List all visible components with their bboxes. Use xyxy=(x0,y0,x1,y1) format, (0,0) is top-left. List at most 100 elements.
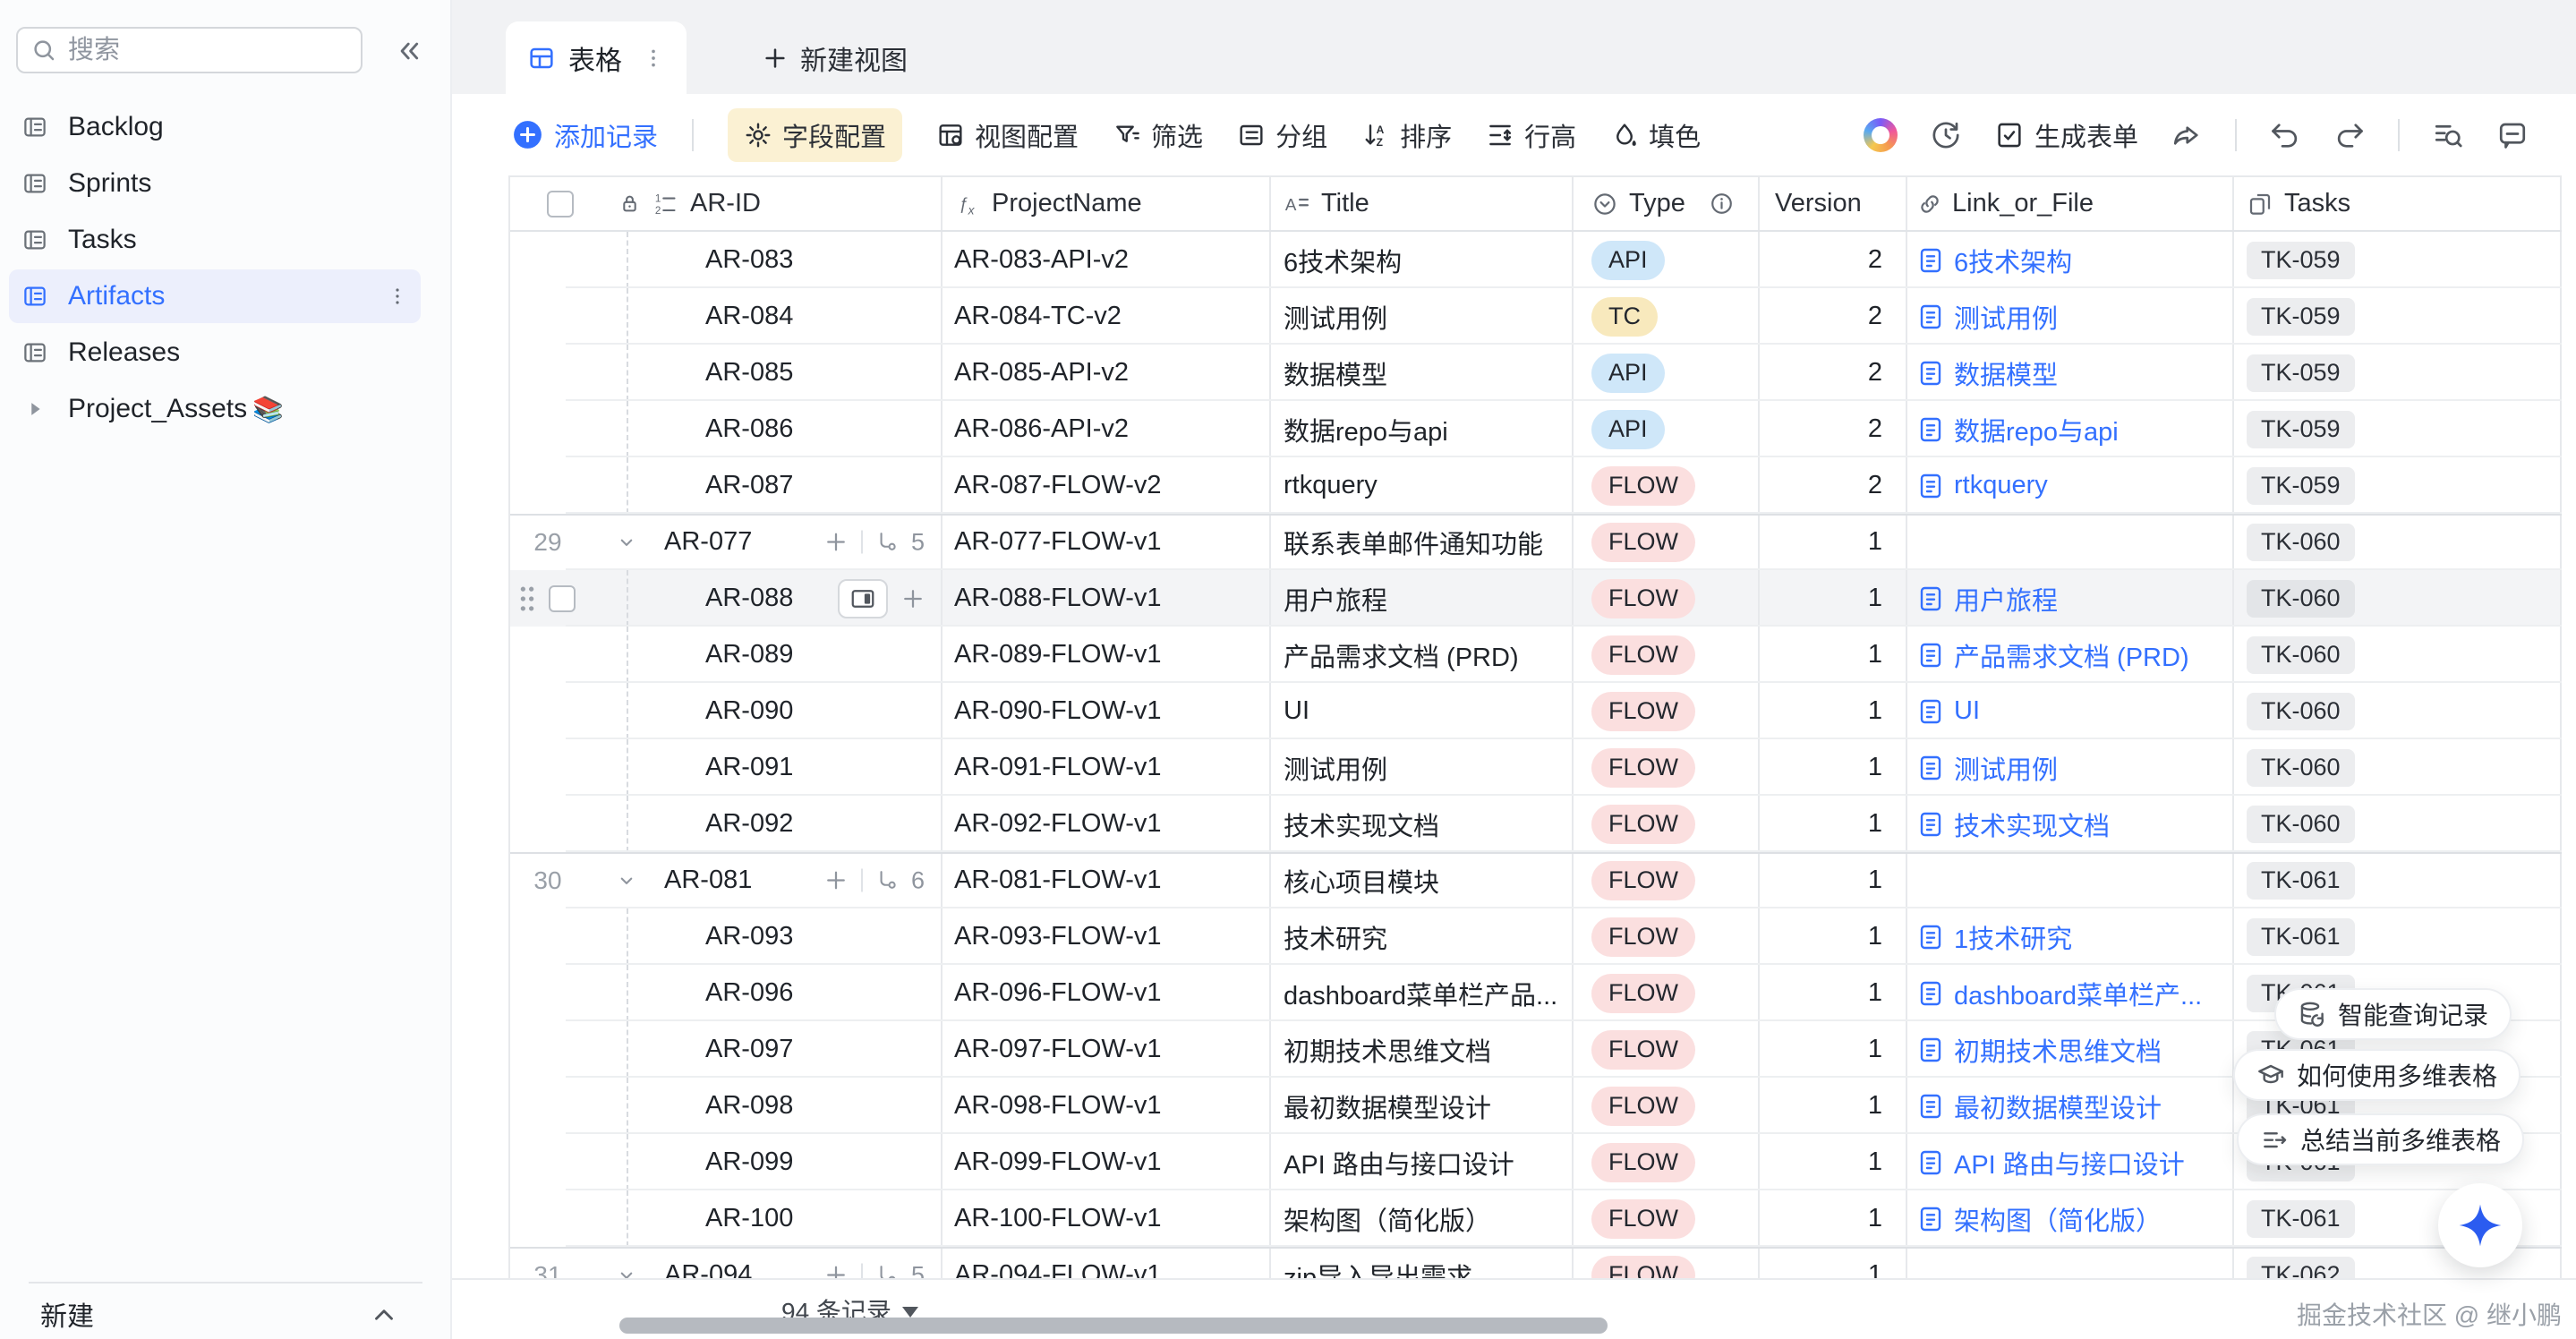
table-row[interactable]: 30AR-0816AR-081-FLOW-v1核心项目模块FLOW1TK-061 xyxy=(510,852,2562,908)
type-badge[interactable]: FLOW xyxy=(1591,635,1695,675)
filter-button[interactable]: 筛选 xyxy=(1113,116,1203,154)
title-cell[interactable]: 产品需求文档 (PRD) xyxy=(1284,636,1519,674)
task-badge[interactable]: TK-059 xyxy=(2247,298,2355,336)
project-name-cell[interactable]: AR-088-FLOW-v1 xyxy=(954,584,1162,613)
collapse-group-icon[interactable] xyxy=(614,530,639,555)
version-cell[interactable]: 1 xyxy=(1868,978,1882,1008)
type-badge[interactable]: FLOW xyxy=(1591,917,1695,957)
info-icon[interactable] xyxy=(1709,191,1735,217)
table-row[interactable]: AR-091AR-091-FLOW-v1测试用例FLOW1测试用例TK-060 xyxy=(510,739,2562,796)
add-subrecord-icon[interactable] xyxy=(900,585,926,612)
title-cell[interactable]: 联系表单邮件通知功能 xyxy=(1284,524,1543,561)
ar-id-cell[interactable]: AR-096 xyxy=(705,965,793,1021)
link-cell[interactable]: rtkquery xyxy=(1954,471,2048,500)
sort-button[interactable]: AZ 排序 xyxy=(1361,116,1452,154)
ar-id-cell[interactable]: AR-098 xyxy=(705,1078,793,1134)
sidebar-item-releases[interactable]: Releases xyxy=(9,326,421,380)
version-cell[interactable]: 1 xyxy=(1868,696,1882,726)
version-cell[interactable]: 1 xyxy=(1868,640,1882,670)
drag-handle-icon[interactable] xyxy=(516,584,539,614)
project-name-cell[interactable]: AR-099-FLOW-v1 xyxy=(954,1147,1162,1177)
title-cell[interactable]: 6技术架构 xyxy=(1284,242,1402,279)
task-badge[interactable]: TK-059 xyxy=(2247,354,2355,392)
add-record-button[interactable]: 添加记录 xyxy=(511,116,658,154)
link-cell[interactable]: 测试用例 xyxy=(1954,749,2058,787)
link-cell[interactable]: 技术实现文档 xyxy=(1954,806,2110,843)
title-cell[interactable]: 最初数据模型设计 xyxy=(1284,1087,1491,1125)
chevron-up-icon[interactable] xyxy=(369,1300,399,1330)
table-row[interactable]: AR-089AR-089-FLOW-v1产品需求文档 (PRD)FLOW1产品需… xyxy=(510,627,2562,683)
table-row[interactable]: AR-088AR-088-FLOW-v1用户旅程FLOW1用户旅程TK-060 xyxy=(510,570,2562,627)
task-badge[interactable]: TK-059 xyxy=(2247,411,2355,448)
title-cell[interactable]: dashboard菜单栏产品... xyxy=(1284,975,1557,1012)
title-cell[interactable]: 核心项目模块 xyxy=(1284,862,1439,900)
version-cell[interactable]: 1 xyxy=(1868,866,1882,895)
ar-id-cell[interactable]: AR-087 xyxy=(705,457,793,514)
project-name-cell[interactable]: AR-097-FLOW-v1 xyxy=(954,1035,1162,1064)
table-row[interactable]: AR-092AR-092-FLOW-v1技术实现文档FLOW1技术实现文档TK-… xyxy=(510,796,2562,852)
table-row[interactable]: AR-087AR-087-FLOW-v2rtkqueryFLOW2rtkquer… xyxy=(510,457,2562,514)
expand-record-button[interactable] xyxy=(838,579,888,618)
version-cell[interactable]: 2 xyxy=(1868,471,1882,500)
history-icon[interactable] xyxy=(1930,119,1962,151)
version-cell[interactable]: 1 xyxy=(1868,809,1882,839)
row-checkbox[interactable] xyxy=(549,585,576,612)
ar-id-cell[interactable]: AR-077 xyxy=(664,514,752,570)
header-version[interactable]: Version xyxy=(1760,177,1907,230)
sidebar-item-backlog[interactable]: Backlog xyxy=(9,100,421,154)
task-badge[interactable]: TK-060 xyxy=(2247,806,2355,843)
table-row[interactable]: AR-083AR-083-API-v26技术架构API26技术架构TK-059 xyxy=(510,232,2562,288)
search-box[interactable] xyxy=(16,27,363,73)
title-cell[interactable]: 数据模型 xyxy=(1284,354,1387,392)
project-name-cell[interactable]: AR-085-API-v2 xyxy=(954,358,1129,388)
task-badge[interactable]: TK-060 xyxy=(2247,693,2355,730)
sidebar-item-sprints[interactable]: Sprints xyxy=(9,157,421,210)
title-cell[interactable]: 用户旅程 xyxy=(1284,580,1387,618)
ar-id-cell[interactable]: AR-085 xyxy=(705,345,793,401)
add-subrecord-icon[interactable] xyxy=(823,867,849,894)
version-cell[interactable]: 1 xyxy=(1868,1147,1882,1177)
project-name-cell[interactable]: AR-083-API-v2 xyxy=(954,245,1129,275)
project-name-cell[interactable]: AR-098-FLOW-v1 xyxy=(954,1091,1162,1121)
comment-icon[interactable] xyxy=(2496,119,2529,151)
link-cell[interactable]: API 路由与接口设计 xyxy=(1954,1144,2185,1181)
horizontal-scrollbar[interactable] xyxy=(619,1318,1608,1334)
project-name-cell[interactable]: AR-087-FLOW-v2 xyxy=(954,471,1162,500)
table-row[interactable]: AR-084AR-084-TC-v2测试用例TC2测试用例TK-059 xyxy=(510,288,2562,345)
header-tasks[interactable]: Tasks xyxy=(2234,177,2562,230)
table-row[interactable]: AR-086AR-086-API-v2数据repo与apiAPI2数据repo与… xyxy=(510,401,2562,457)
select-all-checkbox[interactable] xyxy=(547,191,574,217)
table-row[interactable]: AR-096AR-096-FLOW-v1dashboard菜单栏产品...FLO… xyxy=(510,965,2562,1021)
collapse-sidebar-icon[interactable] xyxy=(392,34,426,68)
project-name-cell[interactable]: AR-086-API-v2 xyxy=(954,414,1129,444)
task-badge[interactable]: TK-061 xyxy=(2247,1200,2355,1238)
type-badge[interactable]: FLOW xyxy=(1591,861,1695,900)
header-type[interactable]: Type xyxy=(1574,177,1760,230)
title-cell[interactable]: 架构图（简化版） xyxy=(1284,1200,1491,1238)
ai-suggestion-button[interactable]: 智能查询记录 xyxy=(2274,988,2512,1040)
header-link-or-file[interactable]: Link_or_File xyxy=(1907,177,2234,230)
link-cell[interactable]: 6技术架构 xyxy=(1954,242,2072,279)
task-badge[interactable]: TK-059 xyxy=(2247,242,2355,279)
sidebar-item-project_assets[interactable]: Project_Assets📚 xyxy=(9,382,421,436)
table-row[interactable]: AR-100AR-100-FLOW-v1架构图（简化版）FLOW1架构图（简化版… xyxy=(510,1190,2562,1247)
project-name-cell[interactable]: AR-096-FLOW-v1 xyxy=(954,978,1162,1008)
type-badge[interactable]: API xyxy=(1591,410,1665,449)
search-input[interactable] xyxy=(68,36,319,65)
link-cell[interactable]: 数据repo与api xyxy=(1954,411,2119,448)
ar-id-cell[interactable]: AR-088 xyxy=(705,570,793,627)
title-cell[interactable]: 数据repo与api xyxy=(1284,411,1448,448)
sidebar-item-tasks[interactable]: Tasks xyxy=(9,213,421,267)
task-badge[interactable]: TK-060 xyxy=(2247,749,2355,787)
ar-id-cell[interactable]: AR-100 xyxy=(705,1190,793,1247)
undo-icon[interactable] xyxy=(2269,119,2301,151)
type-badge[interactable]: API xyxy=(1591,354,1665,393)
title-cell[interactable]: 技术研究 xyxy=(1284,918,1387,956)
task-badge[interactable]: TK-061 xyxy=(2247,862,2355,900)
project-name-cell[interactable]: AR-089-FLOW-v1 xyxy=(954,640,1162,670)
sidebar-item-artifacts[interactable]: Artifacts xyxy=(9,269,421,323)
table-row[interactable]: AR-093AR-093-FLOW-v1技术研究FLOW11技术研究TK-061 xyxy=(510,908,2562,965)
field-config-button[interactable]: 字段配置 xyxy=(728,108,902,162)
project-name-cell[interactable]: AR-093-FLOW-v1 xyxy=(954,922,1162,951)
ar-id-cell[interactable]: AR-090 xyxy=(705,683,793,739)
